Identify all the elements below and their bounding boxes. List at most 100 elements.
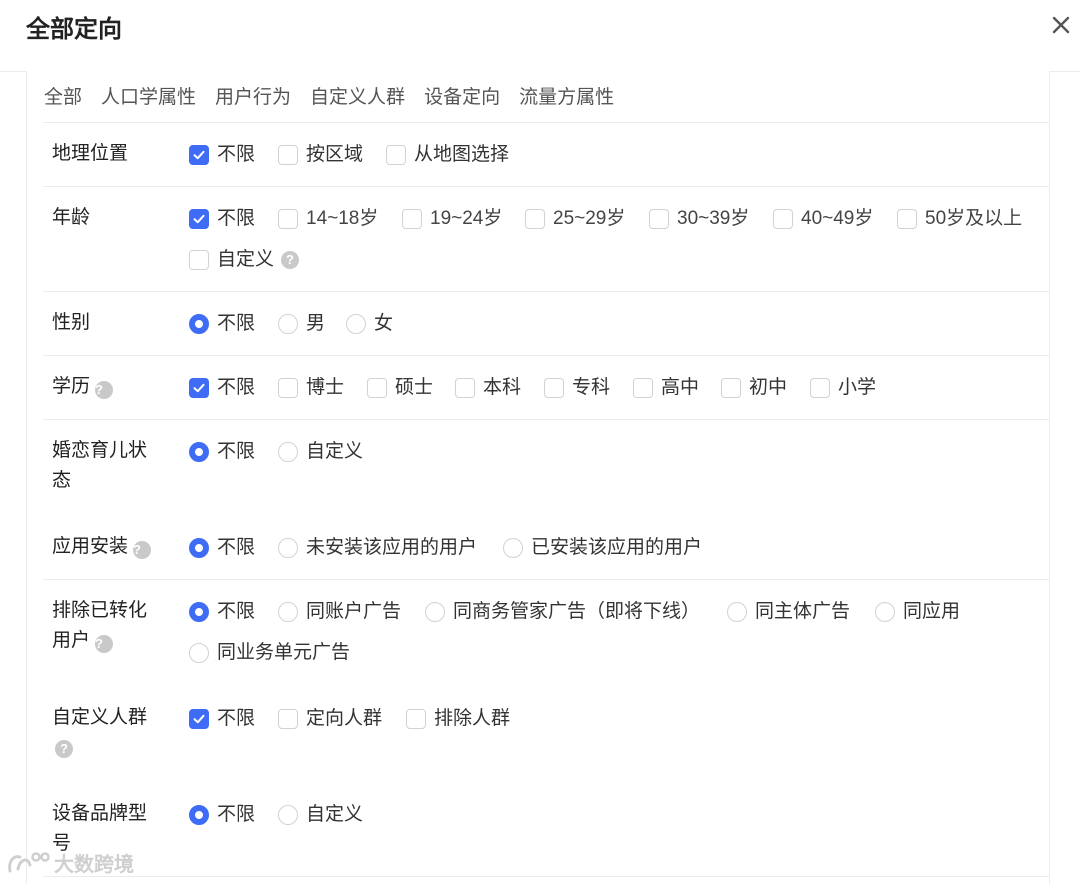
radio-selected[interactable] xyxy=(189,314,209,334)
watermark: 大数跨境 xyxy=(6,848,134,877)
exclude-option-same-business-manager[interactable]: 同商务管家广告（即将下线） xyxy=(425,600,700,624)
category-tabs: 全部 人口学属性 用户行为 自定义人群 设备定向 流量方属性 xyxy=(44,85,633,111)
checkbox[interactable] xyxy=(406,709,426,729)
marital-label-line1: 婚恋育儿状 xyxy=(52,440,148,461)
checkbox[interactable] xyxy=(721,378,741,398)
watermark-logo-icon xyxy=(8,851,50,872)
checkbox[interactable] xyxy=(897,209,917,229)
radio-selected[interactable] xyxy=(189,442,209,462)
option-label: 高中 xyxy=(661,377,700,398)
question-circle-icon[interactable]: ? xyxy=(55,740,73,758)
tab-user-behavior[interactable]: 用户行为 xyxy=(215,85,291,111)
marital-option-unlimited[interactable]: 不限 xyxy=(189,440,255,464)
checkbox[interactable] xyxy=(525,209,545,229)
checkbox[interactable] xyxy=(402,209,422,229)
geo-label: 地理位置 xyxy=(52,143,129,164)
age-option-unlimited[interactable]: 不限 xyxy=(189,207,255,231)
radio-selected[interactable] xyxy=(189,602,209,622)
age-option-25-29[interactable]: 25~29岁 xyxy=(525,207,625,231)
question-circle-icon[interactable]: ? xyxy=(281,251,300,269)
checkbox[interactable] xyxy=(633,378,653,398)
tab-demographics[interactable]: 人口学属性 xyxy=(101,85,196,111)
option-label: 19~24岁 xyxy=(430,208,503,229)
checkbox[interactable] xyxy=(278,145,298,165)
education-option-master[interactable]: 硕士 xyxy=(367,376,433,400)
device-brand-option-custom[interactable]: 自定义 xyxy=(278,803,363,827)
checkbox[interactable] xyxy=(278,209,298,229)
custom-audience-option-exclude[interactable]: 排除人群 xyxy=(406,707,510,731)
age-option-14-18[interactable]: 14~18岁 xyxy=(278,207,378,231)
checkbox[interactable] xyxy=(810,378,830,398)
education-option-middle-school[interactable]: 初中 xyxy=(721,376,787,400)
geo-option-unlimited[interactable]: 不限 xyxy=(189,143,255,167)
radio-selected[interactable] xyxy=(189,805,209,825)
tab-traffic-attributes[interactable]: 流量方属性 xyxy=(519,85,614,111)
radio[interactable] xyxy=(278,602,298,622)
exclude-option-same-entity[interactable]: 同主体广告 xyxy=(727,600,850,624)
close-icon[interactable] xyxy=(1046,10,1076,40)
checkbox[interactable] xyxy=(544,378,564,398)
geo-option-by-region[interactable]: 按区域 xyxy=(278,143,363,167)
question-circle-icon[interactable]: ? xyxy=(133,541,152,559)
checkbox[interactable] xyxy=(367,378,387,398)
tab-custom-audience[interactable]: 自定义人群 xyxy=(310,85,405,111)
checkbox[interactable] xyxy=(386,145,406,165)
radio[interactable] xyxy=(278,538,298,558)
checkbox[interactable] xyxy=(773,209,793,229)
checkbox-checked[interactable] xyxy=(189,378,209,398)
radio[interactable] xyxy=(278,314,298,334)
tab-all[interactable]: 全部 xyxy=(44,85,82,111)
divider xyxy=(43,419,1049,420)
education-option-primary-school[interactable]: 小学 xyxy=(810,376,876,400)
age-option-40-49[interactable]: 40~49岁 xyxy=(773,207,873,231)
education-option-phd[interactable]: 博士 xyxy=(278,376,344,400)
exclude-option-same-app[interactable]: 同应用 xyxy=(875,600,960,624)
question-circle-icon[interactable]: ? xyxy=(95,635,114,653)
checkbox[interactable] xyxy=(189,250,209,270)
gender-option-female[interactable]: 女 xyxy=(346,312,393,336)
option-label: 不限 xyxy=(217,377,256,398)
age-option-30-39[interactable]: 30~39岁 xyxy=(649,207,749,231)
exclude-option-unlimited[interactable]: 不限 xyxy=(189,600,255,624)
app-install-option-installed[interactable]: 已安装该应用的用户 xyxy=(503,536,702,560)
checkbox[interactable] xyxy=(278,378,298,398)
gender-option-male[interactable]: 男 xyxy=(278,312,325,336)
age-option-50-plus[interactable]: 50岁及以上 xyxy=(897,207,1022,231)
checkbox-checked[interactable] xyxy=(189,709,209,729)
age-option-custom[interactable]: 自定义 ? xyxy=(189,248,300,272)
checkbox-checked[interactable] xyxy=(189,145,209,165)
gender-option-unlimited[interactable]: 不限 xyxy=(189,312,255,336)
radio[interactable] xyxy=(346,314,366,334)
checkbox[interactable] xyxy=(455,378,475,398)
checkbox-checked[interactable] xyxy=(189,209,209,229)
radio[interactable] xyxy=(425,602,445,622)
radio[interactable] xyxy=(278,805,298,825)
app-install-option-not-installed[interactable]: 未安装该应用的用户 xyxy=(278,536,477,560)
age-option-19-24[interactable]: 19~24岁 xyxy=(402,207,502,231)
checkbox[interactable] xyxy=(278,709,298,729)
custom-audience-option-unlimited[interactable]: 不限 xyxy=(189,707,255,731)
education-option-associate[interactable]: 专科 xyxy=(544,376,610,400)
custom-audience-option-target[interactable]: 定向人群 xyxy=(278,707,382,731)
radio[interactable] xyxy=(278,442,298,462)
checkbox[interactable] xyxy=(649,209,669,229)
custom-audience-label: 自定义人群 xyxy=(52,707,148,728)
radio[interactable] xyxy=(875,602,895,622)
question-circle-icon[interactable]: ? xyxy=(95,381,114,399)
marital-option-custom[interactable]: 自定义 xyxy=(278,440,363,464)
exclude-option-same-business-unit[interactable]: 同业务单元广告 xyxy=(189,641,350,665)
exclude-option-same-account[interactable]: 同账户广告 xyxy=(278,600,401,624)
exclude-converted-label: 排除已转化 用户? xyxy=(52,596,162,656)
tab-device-targeting[interactable]: 设备定向 xyxy=(424,85,500,111)
radio[interactable] xyxy=(189,643,209,663)
radio[interactable] xyxy=(727,602,747,622)
dialog-title: 全部定向 xyxy=(26,16,122,43)
radio[interactable] xyxy=(503,538,523,558)
radio-selected[interactable] xyxy=(189,538,209,558)
education-option-unlimited[interactable]: 不限 xyxy=(189,376,255,400)
app-install-option-unlimited[interactable]: 不限 xyxy=(189,536,255,560)
device-brand-option-unlimited[interactable]: 不限 xyxy=(189,803,255,827)
education-option-bachelor[interactable]: 本科 xyxy=(455,376,521,400)
geo-option-from-map[interactable]: 从地图选择 xyxy=(386,143,509,167)
education-option-high-school[interactable]: 高中 xyxy=(633,376,699,400)
